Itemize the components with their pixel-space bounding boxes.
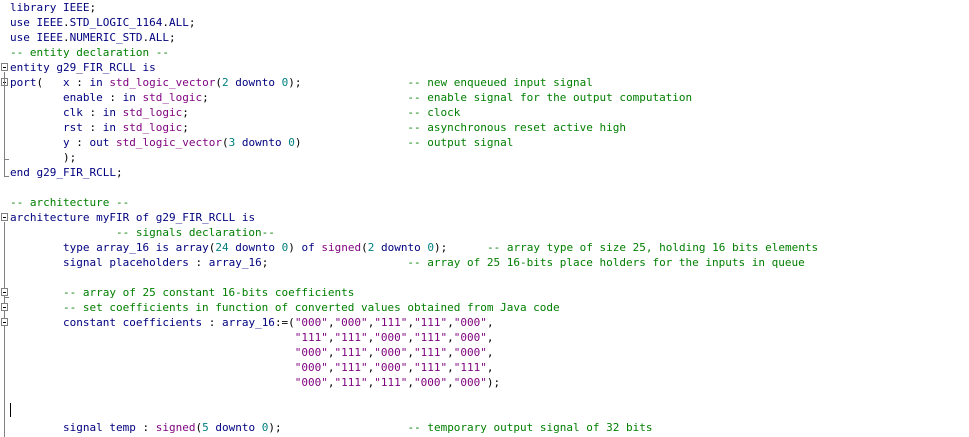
code-line-text: constant coefficients : array_16:=("000"…	[62, 316, 494, 329]
code-line[interactable]: y : out std_logic_vector(3 downto 0) -- …	[0, 135, 969, 150]
code-line[interactable]	[0, 390, 969, 405]
code-line-text: -- signals declaration--	[115, 226, 275, 239]
code-line-text: signal temp : signed(5 downto 0); -- tem…	[62, 421, 653, 434]
code-line-text: library IEEE;	[10, 1, 97, 14]
code-line-text: clk : in std_logic; -- clock	[62, 106, 461, 119]
code-line[interactable]: clk : in std_logic; -- clock	[0, 105, 969, 120]
code-line[interactable]: constant coefficients : array_16:=("000"…	[0, 315, 969, 330]
code-line-text: "000","111","000","111","111",	[294, 361, 494, 374]
code-line[interactable]: library IEEE;	[0, 0, 969, 15]
code-line-text: enable : in std_logic; -- enable signal …	[62, 91, 693, 104]
code-line[interactable]: "000","111","000","111","000",	[0, 345, 969, 360]
code-line-text: y : out std_logic_vector(3 downto 0) -- …	[62, 136, 514, 149]
code-line[interactable]: -- signals declaration--	[0, 225, 969, 240]
code-line-text: architecture myFIR of g29_FIR_RCLL is	[10, 211, 256, 224]
code-line[interactable]: -- entity declaration --	[0, 45, 969, 60]
code-line[interactable]: signal temp : signed(5 downto 0); -- tem…	[0, 420, 969, 435]
code-line-text: end g29_FIR_RCLL;	[10, 166, 123, 179]
code-line[interactable]: -- architecture --	[0, 195, 969, 210]
code-line[interactable]: rst : in std_logic; -- asynchronous rese…	[0, 120, 969, 135]
code-line[interactable]: use IEEE.STD_LOGIC_1164.ALL;	[0, 15, 969, 30]
code-line-text: entity g29_FIR_RCLL is	[10, 61, 156, 74]
code-line[interactable]: entity g29_FIR_RCLL is	[0, 60, 969, 75]
code-line-text: signal placeholders : array_16; -- array…	[62, 256, 805, 269]
code-line[interactable]: use IEEE.NUMERIC_STD.ALL;	[0, 30, 969, 45]
code-line-text: use IEEE.STD_LOGIC_1164.ALL;	[10, 16, 196, 29]
code-line[interactable]	[0, 180, 969, 195]
code-line-text: );	[62, 151, 77, 164]
code-line[interactable]: "000","111","111","000","000");	[0, 375, 969, 390]
code-line-text: "111","111","000","111","000",	[294, 331, 494, 344]
code-line[interactable]	[0, 405, 969, 420]
code-line[interactable]	[0, 270, 969, 285]
code-line-text: type array_16 is array(24 downto 0) of s…	[62, 241, 819, 254]
code-line-text: use IEEE.NUMERIC_STD.ALL;	[10, 31, 176, 44]
code-line[interactable]: enable : in std_logic; -- enable signal …	[0, 90, 969, 105]
code-line[interactable]: -- array of 25 constant 16-bits coeffici…	[0, 285, 969, 300]
code-editor[interactable]: library IEEE; use IEEE.STD_LOGIC_1164.ALL…	[0, 0, 969, 437]
text-cursor	[10, 403, 11, 417]
code-line-text: port( x : in std_logic_vector(2 downto 0…	[10, 76, 593, 89]
code-line[interactable]: -- set coefficients in function of conve…	[0, 300, 969, 315]
code-line[interactable]: architecture myFIR of g29_FIR_RCLL is	[0, 210, 969, 225]
code-line[interactable]: "111","111","000","111","000",	[0, 330, 969, 345]
code-line[interactable]: );	[0, 150, 969, 165]
code-line-text: -- entity declaration --	[10, 46, 169, 59]
code-line[interactable]: type array_16 is array(24 downto 0) of s…	[0, 240, 969, 255]
code-line[interactable]: port( x : in std_logic_vector(2 downto 0…	[0, 75, 969, 90]
code-line-text: "000","111","111","000","000");	[294, 376, 501, 389]
code-line-text: rst : in std_logic; -- asynchronous rese…	[62, 121, 626, 134]
code-line-text: -- set coefficients in function of conve…	[62, 301, 560, 314]
code-line-text: -- array of 25 constant 16-bits coeffici…	[62, 286, 355, 299]
code-line-text: -- architecture --	[10, 196, 130, 209]
code-line[interactable]: end g29_FIR_RCLL;	[0, 165, 969, 180]
code-line[interactable]: "000","111","000","111","111",	[0, 360, 969, 375]
code-line[interactable]: signal placeholders : array_16; -- array…	[0, 255, 969, 270]
code-line-text: "000","111","000","111","000",	[294, 346, 494, 359]
